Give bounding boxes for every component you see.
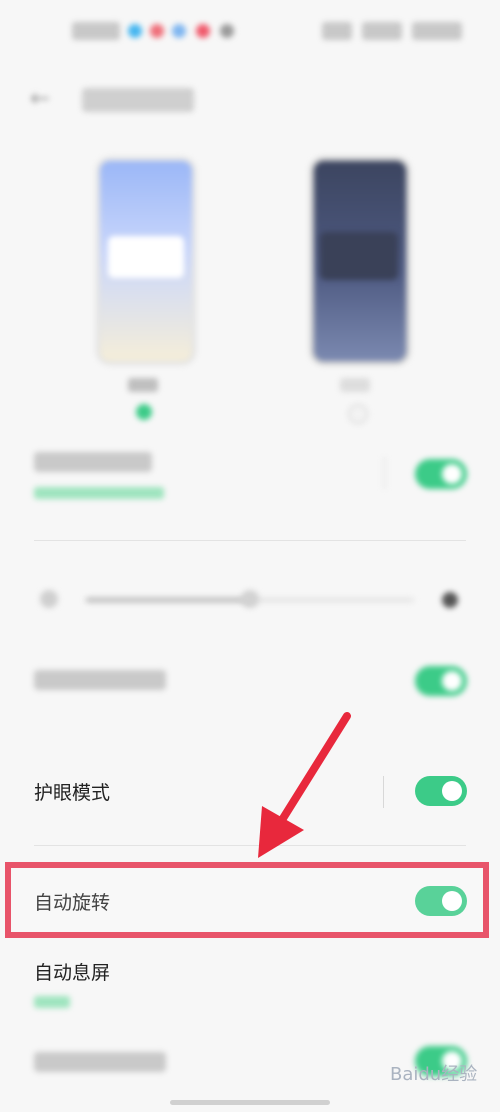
watermark-text: Baidu经验 — [390, 1064, 478, 1085]
annotation-arrow — [258, 712, 351, 858]
home-indicator[interactable] — [170, 1100, 330, 1105]
